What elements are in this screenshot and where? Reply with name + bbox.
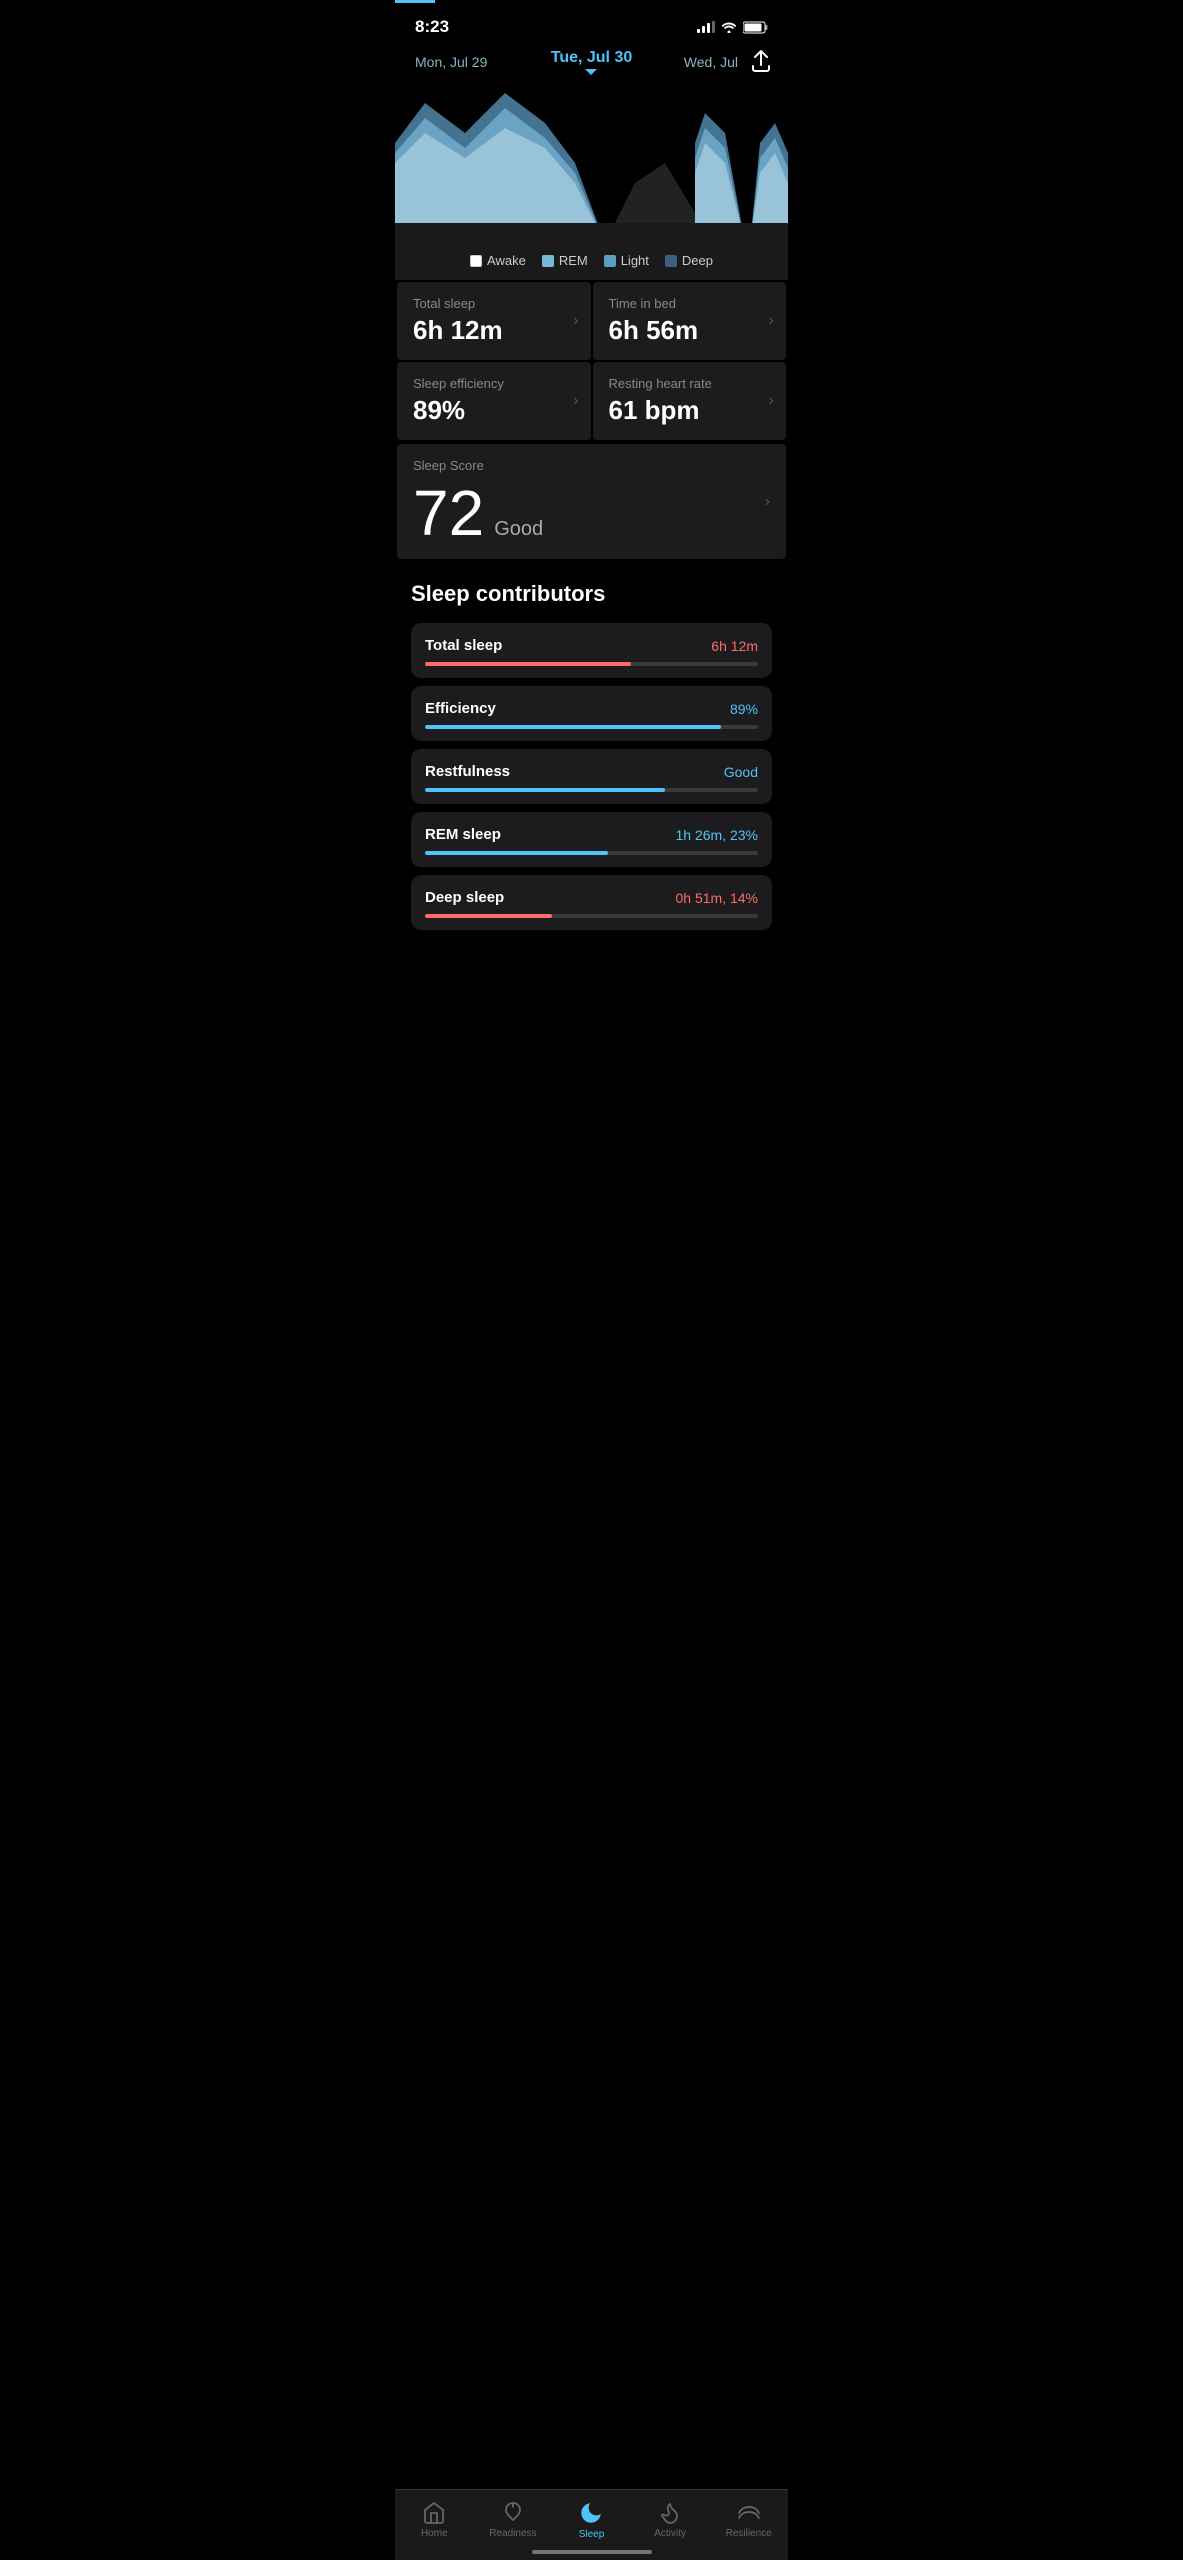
contributor-total-sleep-track (425, 662, 758, 666)
resting-hr-value: 61 bpm (609, 395, 771, 426)
total-sleep-label: Total sleep (413, 296, 575, 311)
contributor-total-sleep-fill (425, 662, 631, 666)
sleep-score-number: 72 (413, 481, 484, 545)
wifi-icon (721, 21, 737, 33)
contributor-deep-value: 0h 51m, 14% (676, 890, 759, 906)
sleep-efficiency-chevron: › (573, 392, 578, 410)
sleep-score-chevron: › (765, 493, 770, 511)
contributor-deep-sleep[interactable]: Deep sleep 0h 51m, 14% (411, 875, 772, 930)
contributor-total-sleep-value: 6h 12m (711, 638, 758, 654)
contributor-deep-name: Deep sleep (425, 889, 504, 906)
contributor-efficiency-fill (425, 725, 721, 729)
contributor-total-sleep[interactable]: Total sleep 6h 12m (411, 623, 772, 678)
legend-light: Light (604, 253, 649, 268)
date-arrow-indicator (585, 69, 597, 75)
date-current: Tue, Jul 30 (551, 49, 633, 67)
legend-deep: Deep (665, 253, 713, 268)
contributors-title: Sleep contributors (411, 581, 772, 607)
home-icon (422, 2501, 446, 2525)
contributor-restfulness[interactable]: Restfulness Good (411, 749, 772, 804)
sleep-icon (578, 2500, 604, 2526)
resting-hr-label: Resting heart rate (609, 376, 771, 391)
activity-icon (658, 2501, 682, 2525)
contributor-efficiency-name: Efficiency (425, 700, 496, 717)
contributor-restfulness-fill (425, 788, 665, 792)
contributor-deep-fill (425, 914, 552, 918)
contributor-restfulness-track (425, 788, 758, 792)
legend-rem: REM (542, 253, 588, 268)
nav-home-label: Home (421, 2528, 448, 2539)
sleep-score-description: Good (494, 518, 543, 541)
home-indicator (532, 2550, 652, 2554)
time-in-bed-chevron: › (769, 312, 774, 330)
date-navigation: Mon, Jul 29 Tue, Jul 30 Wed, Jul (395, 45, 788, 83)
status-time: 8:23 (415, 17, 449, 37)
status-bar: 8:23 (395, 3, 788, 45)
contributor-rem-fill (425, 851, 608, 855)
contributors-section: Sleep contributors Total sleep 6h 12m Ef… (395, 561, 788, 948)
contributor-rem-value: 1h 26m, 23% (676, 827, 759, 843)
nav-sleep-label: Sleep (579, 2529, 605, 2540)
date-prev[interactable]: Mon, Jul 29 (415, 54, 487, 70)
contributor-efficiency-value: 89% (730, 701, 758, 717)
sleep-score-card[interactable]: Sleep Score 72 Good › (397, 444, 786, 559)
contributor-efficiency[interactable]: Efficiency 89% (411, 686, 772, 741)
time-in-bed-card[interactable]: Time in bed 6h 56m › (593, 282, 787, 360)
nav-resilience-label: Resilience (726, 2528, 772, 2539)
sleep-chart (395, 83, 788, 243)
sleep-efficiency-card[interactable]: Sleep efficiency 89% › (397, 362, 591, 440)
nav-activity[interactable]: Activity (631, 2501, 710, 2539)
resting-heart-rate-card[interactable]: Resting heart rate 61 bpm › (593, 362, 787, 440)
resting-hr-chevron: › (769, 392, 774, 410)
nav-readiness[interactable]: Readiness (474, 2501, 553, 2539)
total-sleep-value: 6h 12m (413, 315, 575, 346)
contributor-rem-name: REM sleep (425, 826, 501, 843)
nav-activity-label: Activity (654, 2528, 686, 2539)
contributor-deep-track (425, 914, 758, 918)
nav-sleep[interactable]: Sleep (552, 2500, 631, 2540)
stats-grid: Total sleep 6h 12m › Time in bed 6h 56m … (395, 280, 788, 442)
battery-icon (743, 21, 768, 34)
sleep-legend: Awake REM Light Deep (395, 243, 788, 280)
date-next[interactable]: Wed, Jul (684, 54, 738, 70)
contributor-rem-sleep[interactable]: REM sleep 1h 26m, 23% (411, 812, 772, 867)
contributor-rem-track (425, 851, 758, 855)
contributor-restfulness-name: Restfulness (425, 763, 510, 780)
total-sleep-card[interactable]: Total sleep 6h 12m › (397, 282, 591, 360)
resilience-icon (737, 2501, 761, 2525)
total-sleep-chevron: › (573, 312, 578, 330)
signal-icon (697, 21, 715, 33)
readiness-icon (501, 2501, 525, 2525)
time-in-bed-label: Time in bed (609, 296, 771, 311)
sleep-score-label: Sleep Score (413, 458, 770, 473)
nav-readiness-label: Readiness (489, 2528, 536, 2539)
time-in-bed-value: 6h 56m (609, 315, 771, 346)
sleep-efficiency-label: Sleep efficiency (413, 376, 575, 391)
sleep-efficiency-value: 89% (413, 395, 575, 426)
nav-resilience[interactable]: Resilience (709, 2501, 788, 2539)
contributor-efficiency-track (425, 725, 758, 729)
status-icons (697, 21, 768, 34)
nav-home[interactable]: Home (395, 2501, 474, 2539)
share-button[interactable] (750, 49, 772, 79)
contributor-restfulness-value: Good (724, 764, 758, 780)
legend-awake: Awake (470, 253, 526, 268)
contributor-total-sleep-name: Total sleep (425, 637, 502, 654)
